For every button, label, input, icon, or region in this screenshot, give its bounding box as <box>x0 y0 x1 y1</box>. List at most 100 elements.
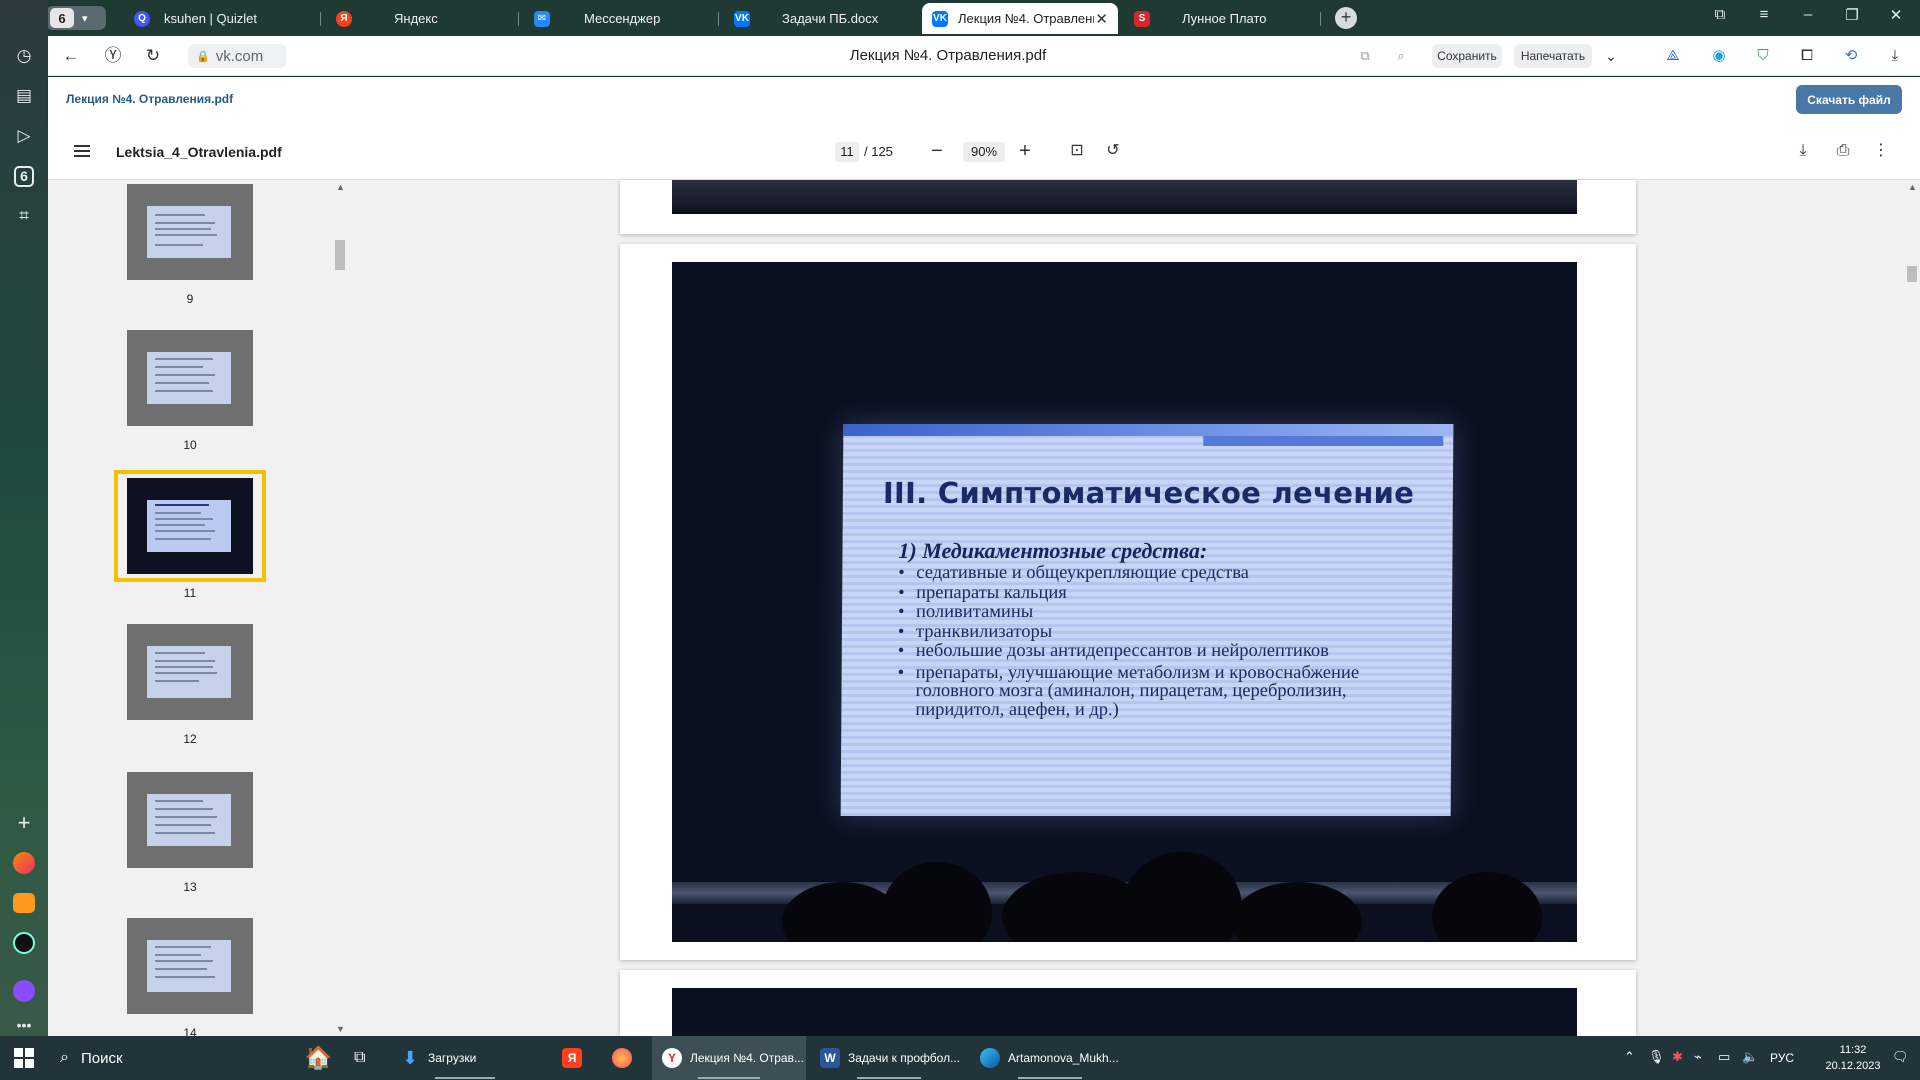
more-options-icon[interactable]: ⋮ <box>1870 140 1892 162</box>
tab-zadachi-docx[interactable]: VK Задачи ПБ.docx <box>724 3 914 34</box>
thumbnail-page-14[interactable] <box>127 918 253 1014</box>
thumbnail-page-11[interactable] <box>127 478 253 574</box>
page-number-input[interactable]: 11 <box>835 142 859 162</box>
thumbnail-page-9[interactable] <box>127 184 253 280</box>
tab-messenger[interactable]: ✉ Мессенджер <box>524 3 714 34</box>
taskbar-app-downloads[interactable]: ⬇ Загрузки <box>390 1036 540 1080</box>
extension-translate-icon[interactable]: ◉ <box>1708 45 1730 67</box>
taskbar-app-firefox[interactable] <box>602 1036 642 1080</box>
scrollbar-thumb[interactable] <box>1907 266 1917 282</box>
thumbnail-scrollbar[interactable]: ▲ ▼ <box>332 180 348 1036</box>
extensions-icon[interactable]: ⧠ <box>1796 45 1818 67</box>
zoom-out-icon[interactable]: − <box>926 140 948 162</box>
audience-silhouettes <box>672 852 1577 942</box>
chevron-down-icon[interactable]: ⌄ <box>1600 45 1622 67</box>
sidebar-rail: ◷ ▤ ▷ 6 ⌗ + ••• <box>0 0 48 1036</box>
rail-badge-counter[interactable]: 6 <box>9 161 39 191</box>
chevron-down-icon: ▾ <box>82 12 88 25</box>
menu-icon[interactable]: ≡ <box>1752 6 1776 23</box>
slide-list-item: транквилизаторы <box>898 622 1418 642</box>
history-icon[interactable]: ◷ <box>9 41 39 71</box>
scroll-up-arrow-icon[interactable]: ▲ <box>1908 182 1917 192</box>
bookmarks-icon[interactable]: ⧉ <box>1708 6 1732 23</box>
screenshot-icon[interactable]: ⌗ <box>9 201 39 231</box>
task-view-icon[interactable]: ⧉ <box>344 1036 374 1080</box>
url-field[interactable]: 🔒 vk.com <box>188 44 286 68</box>
taskbar-search[interactable]: ⌕ Поиск 🏠 <box>48 1036 338 1080</box>
zoom-in-icon[interactable]: + <box>1014 140 1036 162</box>
download-file-button[interactable]: Скачать файл <box>1796 85 1902 114</box>
thumbnail-page-13[interactable] <box>127 772 253 868</box>
video-icon[interactable]: ▷ <box>9 121 39 151</box>
language-indicator[interactable]: РУС <box>1770 1051 1794 1065</box>
music-app-icon[interactable] <box>9 928 39 958</box>
thumbnail-page-10[interactable] <box>127 330 253 426</box>
restore-button[interactable]: ❐ <box>1840 6 1864 24</box>
scrollbar-thumb[interactable] <box>335 240 345 270</box>
close-icon[interactable]: ✕ <box>1095 10 1108 28</box>
notifications-icon[interactable]: 🗨 <box>1892 1049 1909 1065</box>
tab-label: Лунное Плато <box>1182 11 1267 26</box>
slide-list-item: препараты кальция <box>898 583 1418 603</box>
downloads-icon[interactable]: ⤓ <box>1884 45 1906 67</box>
fit-to-page-icon[interactable]: ⊡ <box>1066 140 1088 162</box>
taskbar-app-lecture[interactable]: Y Лекция №4. Отрав... <box>652 1036 806 1080</box>
vk-doc-title[interactable]: Лекция №4. Отравления.pdf <box>66 92 233 106</box>
scroll-down-arrow-icon[interactable]: ▼ <box>336 1024 345 1034</box>
tab-lunnoe-plato[interactable]: S Лунное Плато <box>1124 3 1324 34</box>
download-icon[interactable]: ⤓ <box>1792 140 1814 162</box>
volume-icon[interactable]: 🔈 <box>1742 1049 1758 1065</box>
search-icon[interactable]: ⌕ <box>1390 45 1412 67</box>
collections-icon[interactable]: ▤ <box>9 81 39 111</box>
network-icon[interactable]: ⌁ <box>1694 1049 1702 1065</box>
extension-shield-icon[interactable]: ⛉ <box>1752 45 1774 67</box>
zoom-level-input[interactable]: 90% <box>963 142 1005 162</box>
tab-yandex[interactable]: Я Яндекс <box>326 3 516 34</box>
scroll-up-arrow-icon[interactable]: ▲ <box>336 182 345 192</box>
system-clock[interactable]: 11:32 20.12.2023 <box>1818 1042 1888 1074</box>
taskbar-app-edge[interactable]: Artamonova_Mukh... <box>970 1036 1130 1080</box>
hamburger-menu-icon[interactable] <box>74 142 90 158</box>
print-button[interactable]: Напечатать <box>1514 44 1592 68</box>
alice-app-icon[interactable] <box>9 848 39 878</box>
lock-icon: 🔒 <box>196 50 210 63</box>
messenger-app-icon[interactable] <box>9 976 39 1006</box>
slide-photo: III. Симптоматическое лечение 1) Медикам… <box>672 262 1577 942</box>
display-icon[interactable]: ▭ <box>1718 1049 1730 1065</box>
back-icon[interactable]: ← <box>60 45 82 67</box>
thumbnail-page-12[interactable] <box>127 624 253 720</box>
tab-group-button[interactable]: 6 ▾ <box>46 6 106 30</box>
word-icon: W <box>820 1048 840 1068</box>
copy-icon[interactable]: ⧉ <box>1354 45 1376 67</box>
extension-sync-icon[interactable]: ⟲ <box>1840 45 1862 67</box>
pdf-page-10 <box>620 180 1636 234</box>
minimize-button[interactable]: – <box>1796 6 1820 23</box>
chevron-up-icon[interactable]: ⌃ <box>1624 1049 1635 1065</box>
add-panel-icon[interactable]: + <box>9 808 39 838</box>
yandex-logo-icon[interactable]: Ⓨ <box>102 45 124 67</box>
taskbar-app-word[interactable]: W Задачи к профбол... <box>810 1036 968 1080</box>
tab-separator <box>320 12 321 26</box>
close-window-button[interactable]: ✕ <box>1884 6 1908 24</box>
tab-quizlet[interactable]: Q ksuhen | Quizlet <box>124 3 314 34</box>
microphone-icon[interactable]: 🎙 <box>1648 1049 1665 1065</box>
tab-label: Мессенджер <box>584 11 661 26</box>
slide-subtitle: 1) Медикаментозные средства: <box>898 538 1208 563</box>
slide-list-item: поливитамины <box>898 602 1418 622</box>
extension-acrobat-icon[interactable]: ⟁ <box>1662 45 1684 67</box>
new-tab-button[interactable]: + <box>1335 7 1357 29</box>
document-scrollbar[interactable]: ▲ <box>1904 180 1920 1036</box>
print-icon[interactable]: ⎙ <box>1832 140 1854 162</box>
antivirus-icon[interactable]: ✱ <box>1672 1049 1683 1065</box>
save-button[interactable]: Сохранить <box>1432 44 1502 68</box>
reload-icon[interactable]: ↻ <box>142 45 164 67</box>
windows-taskbar: ⌕ Поиск 🏠 ⧉ ⬇ Загрузки Я Y Лекция №4. От… <box>0 1036 1920 1080</box>
rotate-icon[interactable]: ↺ <box>1102 140 1124 162</box>
yandex-browser-icon: Я <box>562 1048 582 1068</box>
windows-start-icon[interactable] <box>14 1048 34 1068</box>
pdf-toolbar: Lektsia_4_Otravlenia.pdf 11 / 125 − 90% … <box>48 124 1920 180</box>
tab-lecture-pdf[interactable]: VK Лекция №4. Отравления ✕ <box>922 3 1118 34</box>
pdf-viewer: Lektsia_4_Otravlenia.pdf 11 / 125 − 90% … <box>48 124 1920 1050</box>
taskbar-app-yandex[interactable]: Я <box>552 1036 592 1080</box>
mail-app-icon[interactable] <box>9 888 39 918</box>
